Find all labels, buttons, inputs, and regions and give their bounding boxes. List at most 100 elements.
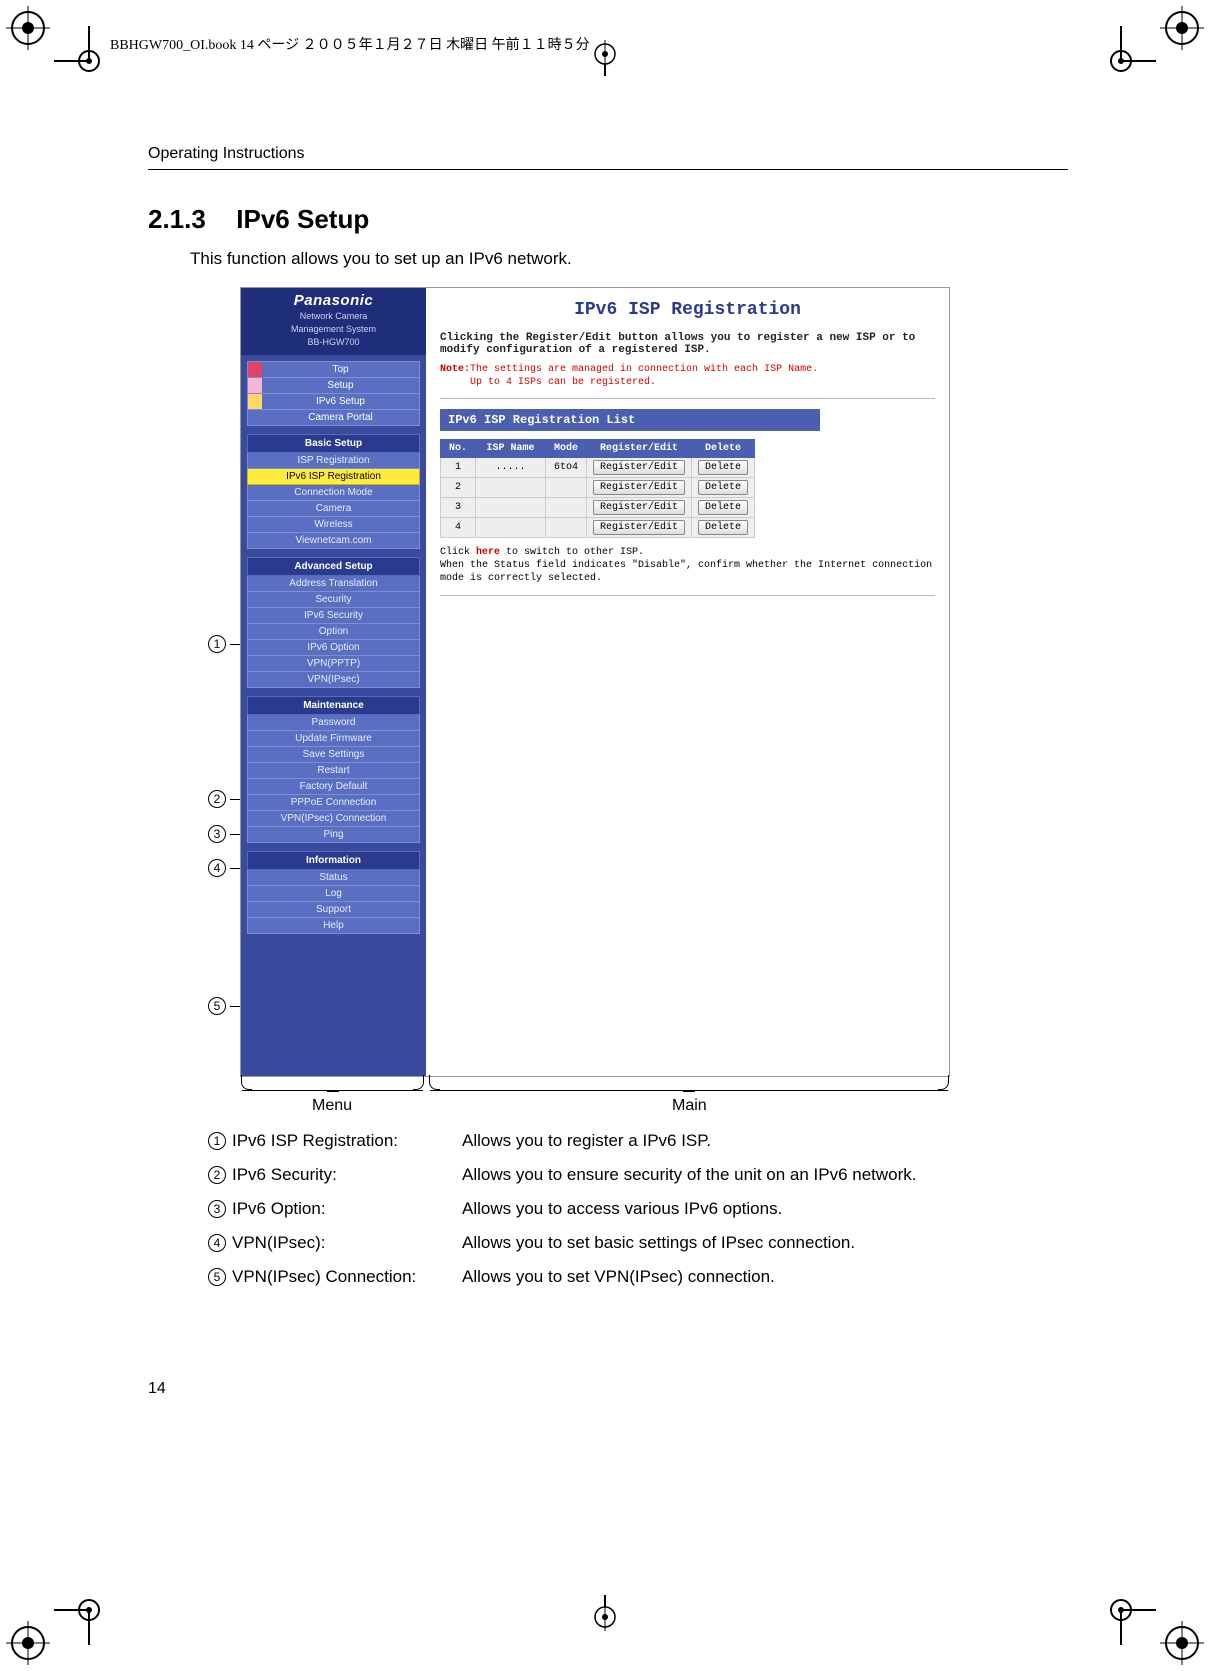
nav-viewnetcam[interactable]: Viewnetcam.com bbox=[247, 533, 420, 549]
nav-update-firmware[interactable]: Update Firmware bbox=[247, 731, 420, 747]
cell-isp-name: ..... bbox=[476, 458, 546, 478]
brand-box: Panasonic Network Camera Management Syst… bbox=[241, 288, 426, 355]
cell-mode: 6to4 bbox=[546, 458, 587, 478]
table-row: 1 ..... 6to4 Register/Edit Delete bbox=[441, 458, 755, 478]
callout-2: 2 bbox=[208, 790, 226, 808]
nav-wireless[interactable]: Wireless bbox=[247, 517, 420, 533]
registration-mark-icon bbox=[1160, 1621, 1204, 1665]
nav-pppoe-connection[interactable]: PPPoE Connection bbox=[247, 795, 420, 811]
legend-desc: Allows you to access various IPv6 option… bbox=[462, 1199, 1068, 1219]
table-row: 2 Register/Edit Delete bbox=[441, 478, 755, 498]
book-header: BBHGW700_OI.book 14 ページ ２００５年１月２７日 木曜日 午… bbox=[110, 34, 590, 54]
legend: 1 IPv6 ISP Registration: Allows you to r… bbox=[208, 1131, 1068, 1287]
cell-mode bbox=[546, 478, 587, 498]
nav-ping[interactable]: Ping bbox=[247, 827, 420, 843]
delete-button[interactable]: Delete bbox=[698, 520, 748, 535]
th-no: No. bbox=[441, 440, 476, 458]
nav-ipv6-setup[interactable]: IPv6 Setup bbox=[262, 394, 419, 409]
cell-mode bbox=[546, 518, 587, 538]
legend-row: 4 VPN(IPsec): Allows you to set basic se… bbox=[208, 1233, 1068, 1253]
nav-vpn-ipsec-connection[interactable]: VPN(IPsec) Connection bbox=[247, 811, 420, 827]
nav-help[interactable]: Help bbox=[247, 918, 420, 934]
registration-mark-icon bbox=[6, 1621, 50, 1665]
nav-restart[interactable]: Restart bbox=[247, 763, 420, 779]
register-edit-button[interactable]: Register/Edit bbox=[593, 480, 685, 495]
nav-option[interactable]: Option bbox=[247, 624, 420, 640]
nav-log[interactable]: Log bbox=[247, 886, 420, 902]
register-edit-button[interactable]: Register/Edit bbox=[593, 500, 685, 515]
delete-button[interactable]: Delete bbox=[698, 480, 748, 495]
table-row: 4 Register/Edit Delete bbox=[441, 518, 755, 538]
nav-ipv6-isp-registration[interactable]: IPv6 ISP Registration bbox=[247, 469, 420, 485]
delete-button[interactable]: Delete bbox=[698, 500, 748, 515]
nav-vpn-pptp[interactable]: VPN(PPTP) bbox=[247, 656, 420, 672]
nav-connection-mode[interactable]: Connection Mode bbox=[247, 485, 420, 501]
brace-row: Menu Main bbox=[240, 1077, 950, 1117]
register-edit-button[interactable]: Register/Edit bbox=[593, 520, 685, 535]
nav-save-settings[interactable]: Save Settings bbox=[247, 747, 420, 763]
nav-address-translation[interactable]: Address Translation bbox=[247, 576, 420, 592]
cell-no: 4 bbox=[441, 518, 476, 538]
main-title: IPv6 ISP Registration bbox=[440, 300, 935, 320]
nav-factory-default[interactable]: Factory Default bbox=[247, 779, 420, 795]
note-text: The settings are managed in connection w… bbox=[470, 364, 818, 375]
main-pane: IPv6 ISP Registration Clicking the Regis… bbox=[426, 288, 949, 1076]
nav-ipv6-security[interactable]: IPv6 Security bbox=[247, 608, 420, 624]
nav-security[interactable]: Security bbox=[247, 592, 420, 608]
brace-main bbox=[430, 1077, 948, 1091]
nav-password[interactable]: Password bbox=[247, 715, 420, 731]
section-title: IPv6 Setup bbox=[236, 204, 369, 234]
page-number: 14 bbox=[148, 1380, 166, 1398]
nav-isp-registration[interactable]: ISP Registration bbox=[247, 453, 420, 469]
legend-desc: Allows you to register a IPv6 ISP. bbox=[462, 1131, 1068, 1151]
callout-4: 4 bbox=[208, 859, 226, 877]
main-description: Clicking the Register/Edit button allows… bbox=[440, 332, 935, 356]
legend-desc: Allows you to set VPN(IPsec) connection. bbox=[462, 1267, 1068, 1287]
registration-mark-icon bbox=[6, 6, 50, 50]
nav-vpn-ipsec[interactable]: VPN(IPsec) bbox=[247, 672, 420, 688]
legend-row: 3 IPv6 Option: Allows you to access vari… bbox=[208, 1199, 1068, 1219]
cell-no: 2 bbox=[441, 478, 476, 498]
legend-term: VPN(IPsec) Connection: bbox=[232, 1267, 462, 1287]
brand-sub: BB-HGW700 bbox=[241, 337, 426, 348]
lead-text: This function allows you to set up an IP… bbox=[190, 249, 1068, 269]
table-row: 3 Register/Edit Delete bbox=[441, 498, 755, 518]
callout-1: 1 bbox=[208, 635, 226, 653]
nav-group-basic-setup: Basic Setup bbox=[247, 434, 420, 453]
running-head: Operating Instructions bbox=[148, 145, 1068, 170]
footnote-prefix: Click bbox=[440, 547, 476, 558]
legend-row: 2 IPv6 Security: Allows you to ensure se… bbox=[208, 1165, 1068, 1185]
th-register-edit: Register/Edit bbox=[587, 440, 692, 458]
separator bbox=[440, 595, 935, 596]
separator bbox=[440, 398, 935, 399]
here-link[interactable]: here bbox=[476, 547, 500, 558]
nav-setup[interactable]: Setup bbox=[262, 378, 419, 393]
callout-5: 5 bbox=[208, 997, 226, 1015]
embedded-screenshot: Panasonic Network Camera Management Syst… bbox=[240, 287, 950, 1077]
nav-group-information: Information bbox=[247, 851, 420, 870]
nav-ipv6-option[interactable]: IPv6 Option bbox=[247, 640, 420, 656]
nav-group-advanced-setup: Advanced Setup bbox=[247, 557, 420, 576]
brand-logo: Panasonic bbox=[241, 292, 426, 309]
center-mark-icon bbox=[585, 40, 625, 76]
nav-group-maintenance: Maintenance bbox=[247, 696, 420, 715]
nav-support[interactable]: Support bbox=[247, 902, 420, 918]
brace-menu bbox=[242, 1077, 423, 1091]
register-edit-button[interactable]: Register/Edit bbox=[593, 460, 685, 475]
legend-row: 1 IPv6 ISP Registration: Allows you to r… bbox=[208, 1131, 1068, 1151]
legend-term: VPN(IPsec): bbox=[232, 1233, 462, 1253]
nav-top-block: Top Setup IPv6 Setup Camera Portal bbox=[247, 361, 420, 426]
legend-num: 4 bbox=[208, 1234, 226, 1252]
registration-mark-icon bbox=[1160, 6, 1204, 50]
nav-camera-portal[interactable]: Camera Portal bbox=[262, 410, 419, 425]
nav-status[interactable]: Status bbox=[247, 870, 420, 886]
brace-label-main: Main bbox=[672, 1097, 707, 1115]
cell-isp-name bbox=[476, 478, 546, 498]
nav-camera[interactable]: Camera bbox=[247, 501, 420, 517]
note-line: Up to 4 ISPs can be registered. bbox=[440, 377, 935, 388]
legend-term: IPv6 Option: bbox=[232, 1199, 462, 1219]
note-line: Note:The settings are managed in connect… bbox=[440, 364, 935, 375]
nav-top[interactable]: Top bbox=[262, 362, 419, 377]
delete-button[interactable]: Delete bbox=[698, 460, 748, 475]
brace-label-menu: Menu bbox=[312, 1097, 352, 1115]
